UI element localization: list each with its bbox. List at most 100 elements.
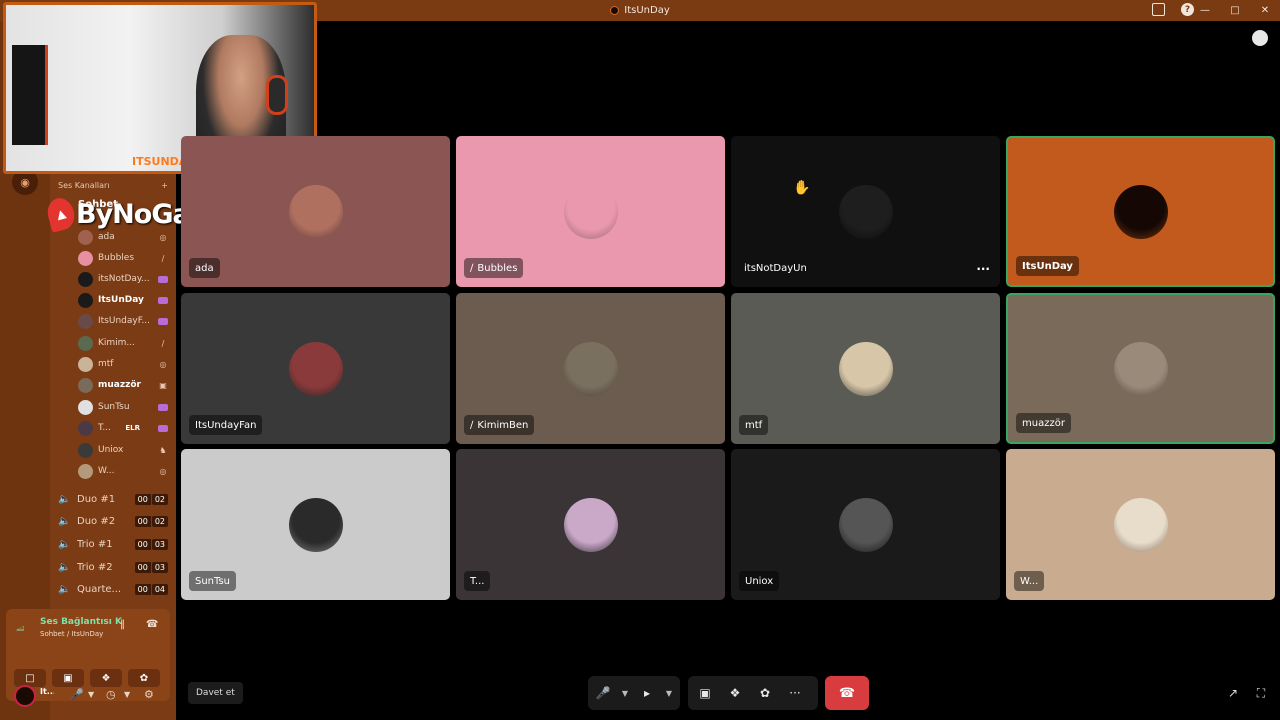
voice-channel-item[interactable]: 🔈 Duo #1 00 02 [58,489,168,509]
voice-member-item[interactable]: ItsUnDay [78,291,168,309]
voice-channel-name: Trio #1 [77,538,113,550]
screen-share-button[interactable]: ▣ [690,678,720,708]
voice-member-name: W... [98,466,115,476]
voice-member-item[interactable]: Kimim... ∕ [78,334,168,352]
webcam-headset [266,75,288,115]
participant-tile[interactable]: ∕ Bubbles [456,136,725,287]
voice-member-name: Bubbles [98,253,135,263]
maximize-icon[interactable]: □ [1220,5,1250,16]
activities-button[interactable]: ❖ [720,678,750,708]
voice-member-item[interactable]: W... ◎ [78,462,168,480]
soundboard-icon: ✿ [759,686,771,700]
user-count-badge: 00 03 [134,538,168,550]
signal-icon: ⧡ [16,621,25,634]
participant-name-tag: itsNotDayUn [739,258,813,278]
user-count-badge: 00 02 [134,493,168,505]
participant-name: Uniox [745,575,774,587]
live-badge-icon [158,275,168,283]
voice-member-item[interactable]: T... ELR [78,419,168,437]
bynogame-logo-icon: ▲ [44,195,78,233]
avatar [838,497,893,552]
participant-name: itsNotDayUn [744,262,807,274]
avatar [78,442,93,458]
avatar [78,271,93,287]
popout-icon[interactable]: ↗ [1225,685,1241,701]
voice-member-item[interactable]: ItsUndayF... [78,312,168,330]
invite-button[interactable]: Davet et [188,682,243,704]
user-limit: 02 [151,493,168,505]
disconnect-icon[interactable]: ☎ [146,619,158,630]
more-options-button[interactable]: ··· [780,678,810,708]
live-badge-icon [158,296,168,304]
chat-icon[interactable] [1252,30,1268,46]
voice-member-item[interactable]: muazzör ▣ [78,376,168,394]
avatar [288,184,343,239]
more-icon[interactable]: ··· [976,262,990,276]
add-channel-icon[interactable]: + [161,181,168,190]
user-count-badge: 00 04 [134,583,168,595]
voice-member-item[interactable]: SunTsu [78,398,168,416]
minimize-icon[interactable]: — [1190,5,1220,16]
participant-name: ada [195,262,214,274]
voice-channel-item[interactable]: 🔈 Quarte... 00 04 [58,579,168,599]
more-icon: ··· [789,686,801,700]
participant-name: SunTsu [195,575,231,587]
window-title: ItsUnDay [624,5,670,16]
microphone-icon[interactable]: 🎤 [70,688,84,701]
avatar [563,341,618,396]
avatar [78,313,93,329]
camera-button[interactable]: ▸ [632,678,662,708]
camera-off-icon: ∕ [470,419,474,431]
screen-share-icon: ▣ [699,686,711,700]
participant-name-tag: W... [1014,571,1045,591]
close-icon[interactable]: ✕ [1250,5,1280,16]
chevron-down-icon[interactable]: ▼ [124,690,130,699]
status-icon: ◎ [159,359,167,369]
participant-tile[interactable]: mtf [731,293,1000,444]
voice-member-name: itsNotDay... [98,274,150,284]
app-window: ItsUnDay ? — □ ✕ ◉ Ses Kanalları + Sohbe… [0,0,1280,720]
inbox-icon[interactable] [1152,3,1165,16]
participant-tile[interactable]: ItsUnDay [1006,136,1275,287]
voice-channel-name: Trio #2 [77,561,113,573]
voice-member-item[interactable]: Uniox ♞ [78,441,168,459]
participant-tile[interactable]: T... [456,449,725,600]
gear-icon[interactable]: ⚙ [144,688,154,701]
voice-category-header[interactable]: Ses Kanalları + [58,181,168,190]
voice-member-item[interactable]: mtf ◎ [78,355,168,373]
camera-options-chevron-down-icon[interactable]: ▼ [662,678,676,708]
participant-name: KimimBen [477,419,529,431]
participant-tile[interactable]: itsNotDayUn ··· [731,136,1000,287]
participant-tile[interactable]: Uniox [731,449,1000,600]
microphone-button[interactable]: 🎤 [588,678,618,708]
participant-tile[interactable]: ItsUndayFan [181,293,450,444]
leave-call-button[interactable]: ☎ [825,676,869,710]
fullscreen-icon[interactable]: ⛶ [1253,685,1269,701]
participant-tile[interactable]: ∕ KimimBen [456,293,725,444]
voice-channel-item[interactable]: 🔈 Trio #1 00 03 [58,534,168,554]
voice-channel-item[interactable]: 🔈 Trio #2 00 03 [58,557,168,577]
voice-channel-item[interactable]: 🔈 Duo #2 00 02 [58,511,168,531]
participant-name: ItsUndayFan [195,419,257,431]
avatar[interactable] [14,685,36,707]
participant-tile[interactable]: SunTsu [181,449,450,600]
headphones-icon[interactable]: ◷ [106,688,116,701]
participant-tile[interactable]: W... [1006,449,1275,600]
participant-name-tag: muazzör [1016,413,1071,433]
voice-channel-name: Duo #2 [77,515,116,527]
voice-location[interactable]: Sohbet / ItsUnDay [40,630,103,638]
avatar [288,341,343,396]
chevron-down-icon[interactable]: ▼ [88,690,94,699]
avatar [838,341,893,396]
voice-member-item[interactable]: Bubbles ∕ [78,249,168,267]
participant-tile[interactable]: ada [181,136,450,287]
soundboard-button[interactable]: ✿ [750,678,780,708]
mic-options-chevron-down-icon[interactable]: ▼ [618,678,632,708]
noise-suppression-icon[interactable]: ‖ [120,619,125,630]
user-limit: 03 [151,561,168,573]
participant-name: mtf [745,419,763,431]
activities-icon: ❖ [729,686,741,700]
voice-member-item[interactable]: itsNotDay... [78,270,168,288]
participant-tile[interactable]: muazzör [1006,293,1275,444]
avatar [78,292,93,308]
